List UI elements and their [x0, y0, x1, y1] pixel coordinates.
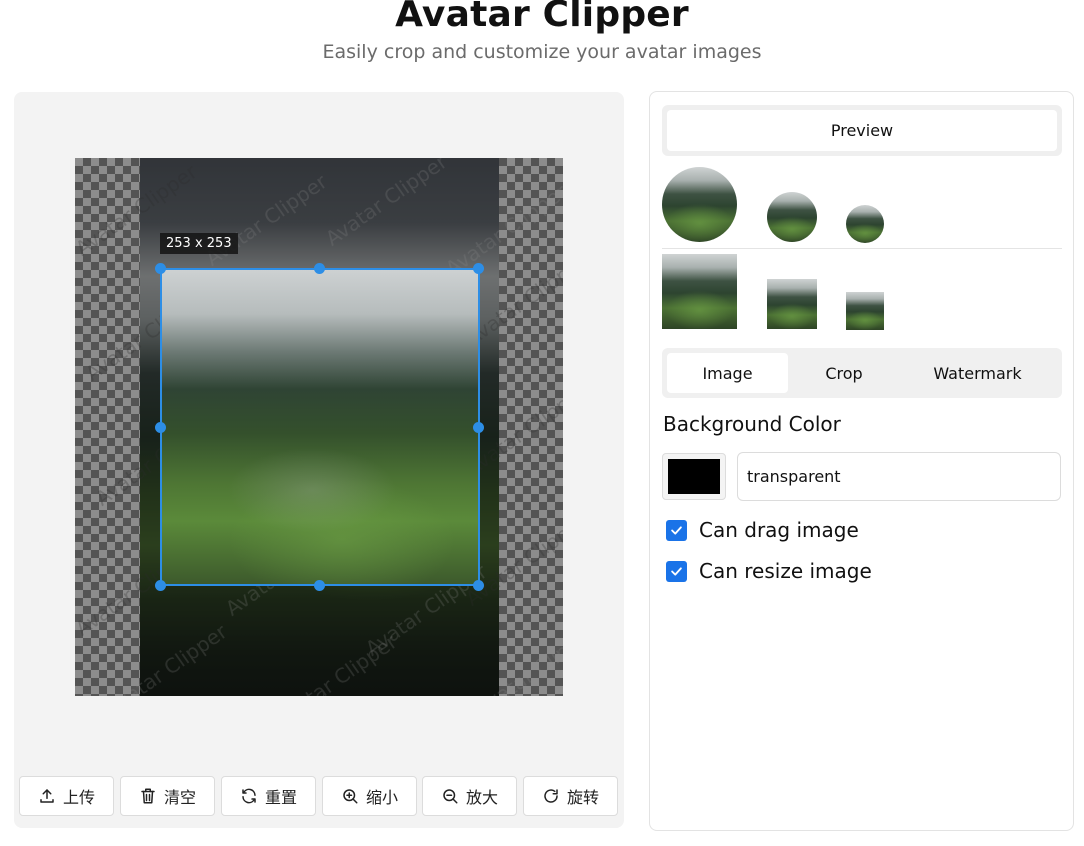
crop-box[interactable]: [160, 268, 480, 586]
can-resize-label: Can resize image: [699, 559, 872, 583]
preview-avatar-square-medium: [767, 279, 817, 329]
editor-panel: Avatar Clipper Avatar Clipper Avatar Cli…: [14, 92, 624, 828]
check-icon: [671, 566, 682, 576]
can-drag-option[interactable]: Can drag image: [666, 518, 859, 542]
rotate-button[interactable]: 旋转: [523, 776, 618, 816]
background-color-label: Background Color: [663, 412, 841, 436]
reset-button[interactable]: 重置: [221, 776, 316, 816]
zoom-in-button[interactable]: 放大: [422, 776, 517, 816]
can-resize-checkbox[interactable]: [666, 560, 687, 582]
rotate-label: 旋转: [566, 788, 599, 807]
zoom-out-icon: [443, 789, 458, 804]
preview-avatar-round-small: [846, 205, 884, 243]
zoom-out-label: 缩小: [365, 788, 398, 807]
crop-canvas[interactable]: Avatar Clipper Avatar Clipper Avatar Cli…: [75, 158, 563, 696]
tab-crop[interactable]: Crop: [788, 353, 900, 393]
app-subtitle: Easily crop and customize your avatar im…: [322, 41, 762, 63]
crop-handle-top-left[interactable]: [155, 263, 166, 274]
crop-handle-bottom-left[interactable]: [155, 580, 166, 591]
zoom-in-label: 放大: [465, 788, 498, 807]
can-drag-checkbox[interactable]: [666, 519, 687, 541]
reset-label: 重置: [264, 788, 297, 807]
preview-avatar-square-small: [846, 292, 884, 330]
crop-size-label: 253 x 253: [160, 233, 238, 254]
crop-handle-top[interactable]: [314, 263, 325, 274]
crop-handle-right[interactable]: [473, 422, 484, 433]
rotate-icon: [544, 789, 558, 803]
preview-divider: [662, 248, 1062, 249]
background-color-input[interactable]: [737, 452, 1061, 501]
trash-icon: [141, 788, 155, 804]
can-drag-label: Can drag image: [699, 518, 859, 542]
preview-avatar-round-large: [662, 167, 737, 242]
settings-tabs: Image Crop Watermark: [662, 348, 1062, 398]
crop-handle-left[interactable]: [155, 422, 166, 433]
crop-mask: [480, 268, 563, 586]
refresh-icon: [242, 788, 256, 804]
crop-handle-bottom[interactable]: [314, 580, 325, 591]
can-resize-option[interactable]: Can resize image: [666, 559, 872, 583]
crop-handle-top-right[interactable]: [473, 263, 484, 274]
upload-button[interactable]: 上传: [19, 776, 114, 816]
editor-toolbar: 上传 清空 重置 缩小 放大 旋转: [19, 776, 619, 816]
background-color-swatch: [668, 459, 720, 494]
preview-avatar-square-large: [662, 254, 737, 329]
crop-mask: [75, 268, 160, 586]
preview-avatar-round-medium: [767, 192, 817, 242]
clear-label: 清空: [163, 788, 196, 807]
check-icon: [671, 525, 682, 535]
app-title: Avatar Clipper: [395, 0, 689, 35]
tab-image[interactable]: Image: [667, 353, 788, 393]
upload-icon: [40, 789, 54, 803]
preview-bar: Preview: [662, 105, 1062, 156]
zoom-out-button[interactable]: 缩小: [322, 776, 417, 816]
clear-button[interactable]: 清空: [120, 776, 215, 816]
background-color-picker[interactable]: [662, 453, 726, 500]
tab-watermark[interactable]: Watermark: [900, 353, 1055, 393]
upload-label: 上传: [62, 788, 95, 807]
crop-mask: [75, 586, 563, 696]
settings-panel: Preview Image Crop Watermark Background …: [649, 91, 1074, 831]
zoom-in-icon: [343, 789, 358, 804]
crop-handle-bottom-right[interactable]: [473, 580, 484, 591]
preview-button[interactable]: Preview: [667, 110, 1057, 151]
crop-mask: [75, 158, 563, 268]
